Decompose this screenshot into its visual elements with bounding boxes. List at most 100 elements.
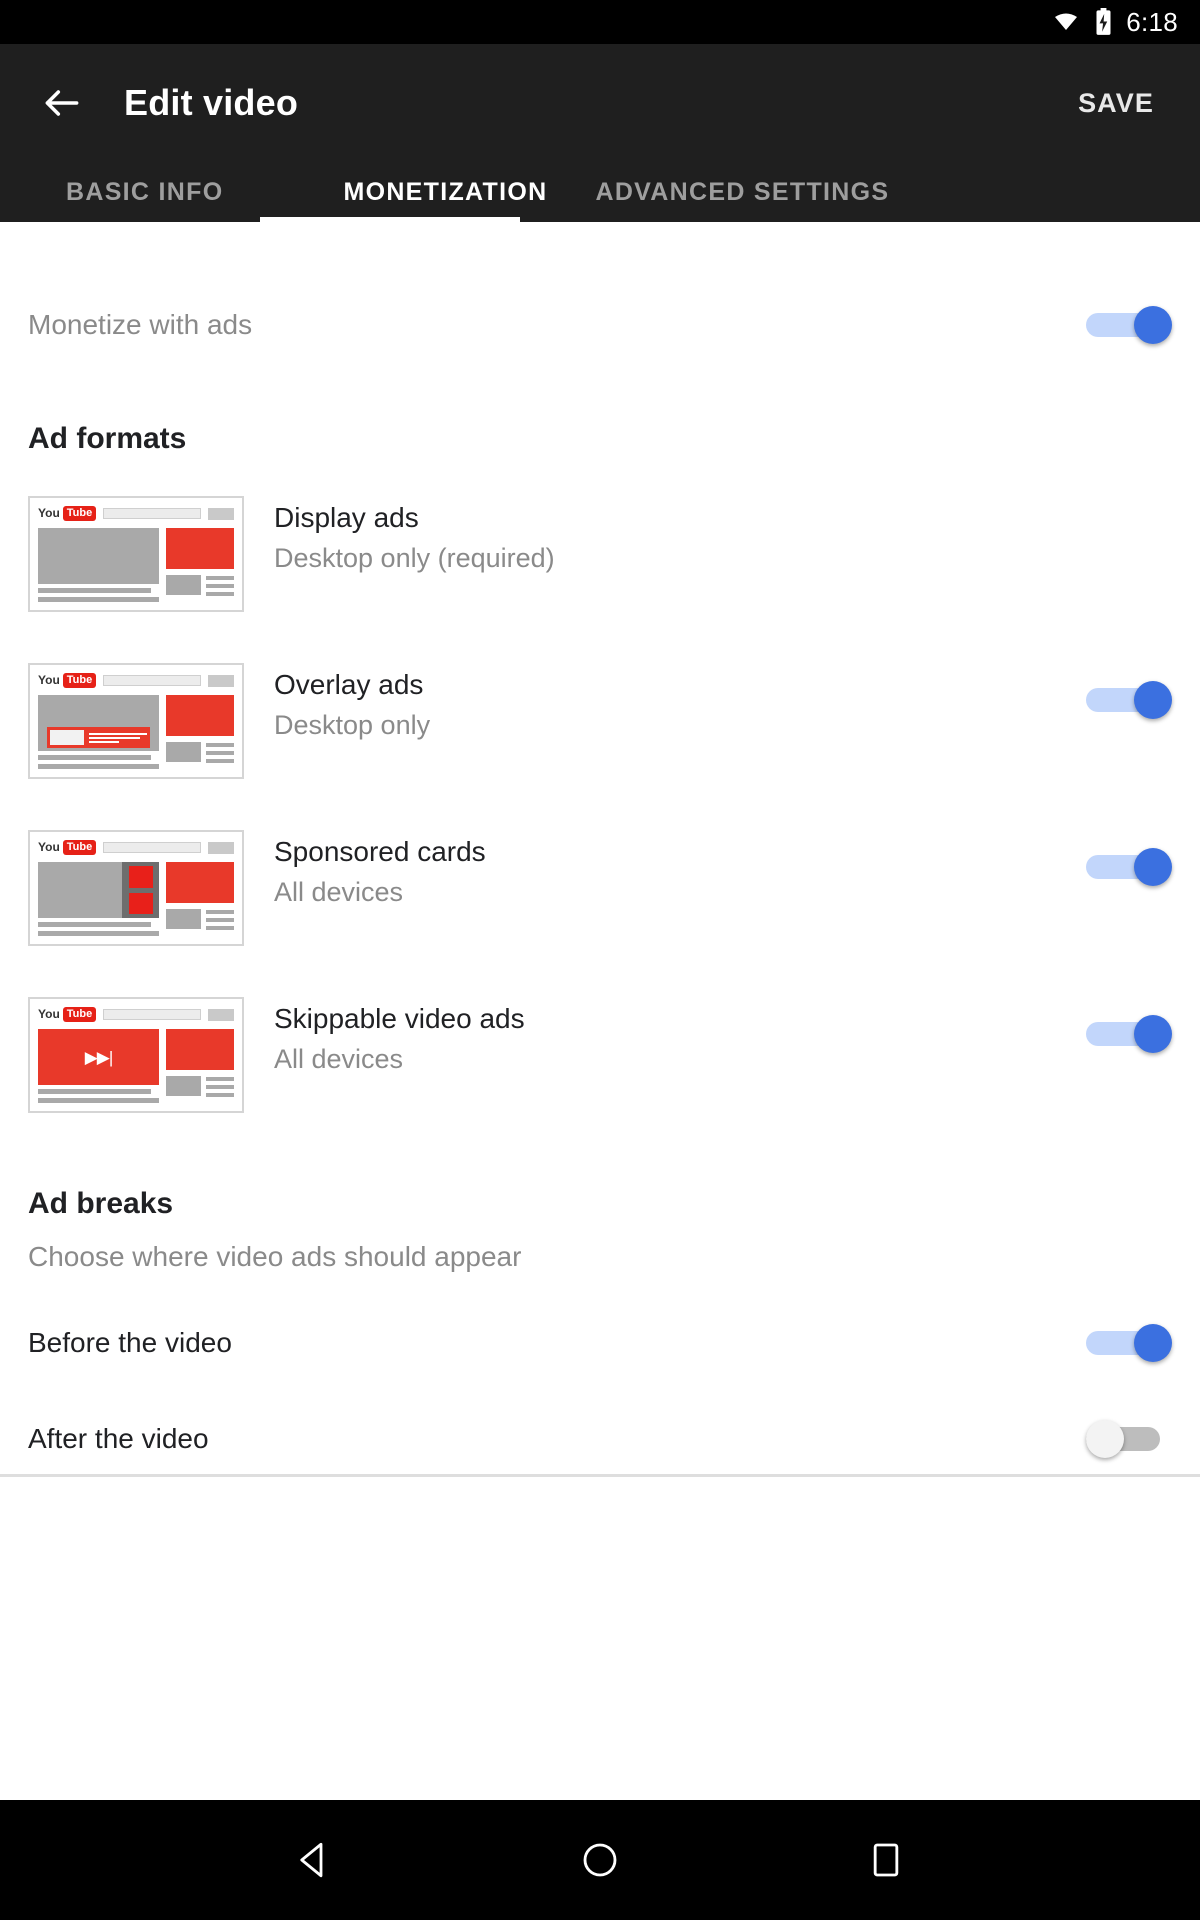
ad-breaks-heading: Ad breaks: [28, 1187, 174, 1220]
nav-recents-icon[interactable]: [843, 1817, 929, 1903]
status-bar: 6:18: [0, 0, 1200, 44]
app-bar: Edit video SAVE BASIC INFO MONETIZATION …: [0, 44, 1200, 222]
save-button[interactable]: SAVE: [1060, 78, 1172, 129]
yt-logo-you: You: [38, 1007, 60, 1022]
thumb-related-lines: [206, 742, 234, 763]
tab-monetization[interactable]: MONETIZATION: [343, 162, 547, 222]
ad-format-subtitle: All devices: [274, 1044, 404, 1075]
status-bar-clock: 6:18: [1126, 6, 1178, 37]
ad-format-row-sponsored-cards[interactable]: You Tube Sponsored cards All devices: [0, 830, 1200, 946]
thumb-button: [208, 1008, 234, 1021]
before-the-video-toggle[interactable]: [1086, 1324, 1172, 1362]
monetize-with-ads-toggle[interactable]: [1086, 306, 1172, 344]
yt-logo-tube: Tube: [62, 673, 97, 688]
thumb-related-thumbnail: [166, 575, 201, 595]
page-title: Edit video: [124, 82, 299, 123]
thumb-overlay-lines: [89, 732, 147, 743]
toggle-knob: [1086, 1420, 1124, 1458]
yt-logo-tube: Tube: [62, 840, 97, 855]
skippable-video-ads-thumbnail: You Tube ▶▶|: [28, 997, 244, 1113]
ad-format-name: Skippable video ads: [274, 1003, 525, 1034]
thumb-sponsored-card-panel: [122, 862, 159, 918]
thumb-search-bar: [103, 842, 201, 853]
after-the-video-toggle[interactable]: [1086, 1420, 1172, 1458]
back-button[interactable]: [28, 69, 96, 137]
thumb-search-bar: [103, 508, 201, 519]
yt-logo-you: You: [38, 840, 60, 855]
thumb-related-lines: [206, 1076, 234, 1097]
ad-break-label: After the video: [28, 1423, 209, 1454]
ad-format-row-skippable-video-ads[interactable]: You Tube ▶▶| Skippable video ads All dev…: [0, 997, 1200, 1113]
system-navigation-bar: [0, 1800, 1200, 1920]
toggle-knob: [1134, 681, 1172, 719]
tab-bar: BASIC INFO MONETIZATION ADVANCED SETTING…: [0, 162, 1200, 222]
thumb-button: [208, 507, 234, 520]
youtube-logo-icon: You Tube: [38, 506, 97, 521]
ad-break-row-before-the-video[interactable]: Before the video: [0, 1311, 1200, 1375]
thumb-video-area: [38, 695, 159, 751]
thumb-sponsored-card: [128, 892, 153, 914]
monetization-panel: Monetize with ads Ad formats You Tube Di…: [0, 222, 1200, 1477]
thumb-display-ad-block: [166, 528, 234, 569]
thumb-video-area: [38, 862, 159, 918]
tab-basic-info[interactable]: BASIC INFO: [66, 162, 223, 222]
sponsored-cards-thumbnail: You Tube: [28, 830, 244, 946]
sponsored-cards-toggle[interactable]: [1086, 848, 1172, 886]
youtube-logo-icon: You Tube: [38, 1007, 97, 1022]
nav-home-icon[interactable]: [557, 1817, 643, 1903]
youtube-logo-icon: You Tube: [38, 673, 97, 688]
thumb-related-thumbnail: [166, 742, 201, 762]
screen-root: 6:18 Edit video SAVE BASIC INFO MONETIZA…: [0, 0, 1200, 1920]
battery-charging-icon: [1095, 8, 1112, 36]
yt-logo-tube: Tube: [62, 1007, 97, 1022]
thumb-overlay-image: [50, 730, 84, 745]
youtube-logo-icon: You Tube: [38, 840, 97, 855]
thumb-related-thumbnail: [166, 1076, 201, 1096]
toggle-knob: [1134, 1015, 1172, 1053]
nav-back-icon[interactable]: [271, 1817, 357, 1903]
content-bottom-divider: [0, 1474, 1200, 1477]
thumb-title-lines: [38, 922, 159, 936]
toggle-knob: [1134, 306, 1172, 344]
ad-format-name: Overlay ads: [274, 669, 424, 700]
ad-format-name: Display ads: [274, 502, 419, 533]
ad-format-subtitle: All devices: [274, 877, 404, 908]
ad-break-row-after-the-video[interactable]: After the video: [0, 1407, 1200, 1471]
thumb-video-area: [38, 528, 159, 584]
thumb-button: [208, 841, 234, 854]
toggle-knob: [1134, 1324, 1172, 1362]
skippable-video-ads-toggle[interactable]: [1086, 1015, 1172, 1053]
thumb-display-ad-block: [166, 862, 234, 903]
thumb-search-bar: [103, 675, 201, 686]
wifi-icon: [1051, 10, 1081, 34]
yt-logo-tube: Tube: [62, 506, 97, 521]
thumb-overlay-ad-banner: [47, 727, 150, 748]
ad-format-subtitle: Desktop only: [274, 710, 431, 741]
thumb-title-lines: [38, 588, 159, 602]
yt-logo-you: You: [38, 506, 60, 521]
ad-format-name: Sponsored cards: [274, 836, 486, 867]
skip-forward-icon: ▶▶|: [84, 1047, 114, 1067]
thumb-related-lines: [206, 909, 234, 930]
thumb-button: [208, 674, 234, 687]
monetize-with-ads-row[interactable]: Monetize with ads: [0, 270, 1200, 380]
ad-break-label: Before the video: [28, 1327, 232, 1358]
yt-logo-you: You: [38, 673, 60, 688]
thumb-title-lines: [38, 755, 159, 769]
monetize-with-ads-label: Monetize with ads: [28, 309, 253, 340]
tab-advanced-settings[interactable]: ADVANCED SETTINGS: [595, 162, 889, 222]
overlay-ads-thumbnail: You Tube: [28, 663, 244, 779]
thumb-display-ad-block: [166, 695, 234, 736]
ad-format-row-overlay-ads[interactable]: You Tube Overlay ads Desktop only: [0, 663, 1200, 779]
thumb-sponsored-card: [128, 866, 153, 888]
overlay-ads-toggle[interactable]: [1086, 681, 1172, 719]
thumb-search-bar: [103, 1009, 201, 1020]
ad-formats-heading: Ad formats: [28, 422, 187, 455]
thumb-related-thumbnail: [166, 909, 201, 929]
ad-format-subtitle: Desktop only (required): [274, 543, 555, 574]
ad-breaks-description: Choose where video ads should appear: [28, 1241, 522, 1272]
toggle-knob: [1134, 848, 1172, 886]
ad-format-row-display-ads[interactable]: You Tube Display ads Desktop only (requi…: [0, 496, 1200, 612]
thumb-title-lines: [38, 1089, 159, 1103]
thumb-video-area: ▶▶|: [38, 1029, 159, 1085]
